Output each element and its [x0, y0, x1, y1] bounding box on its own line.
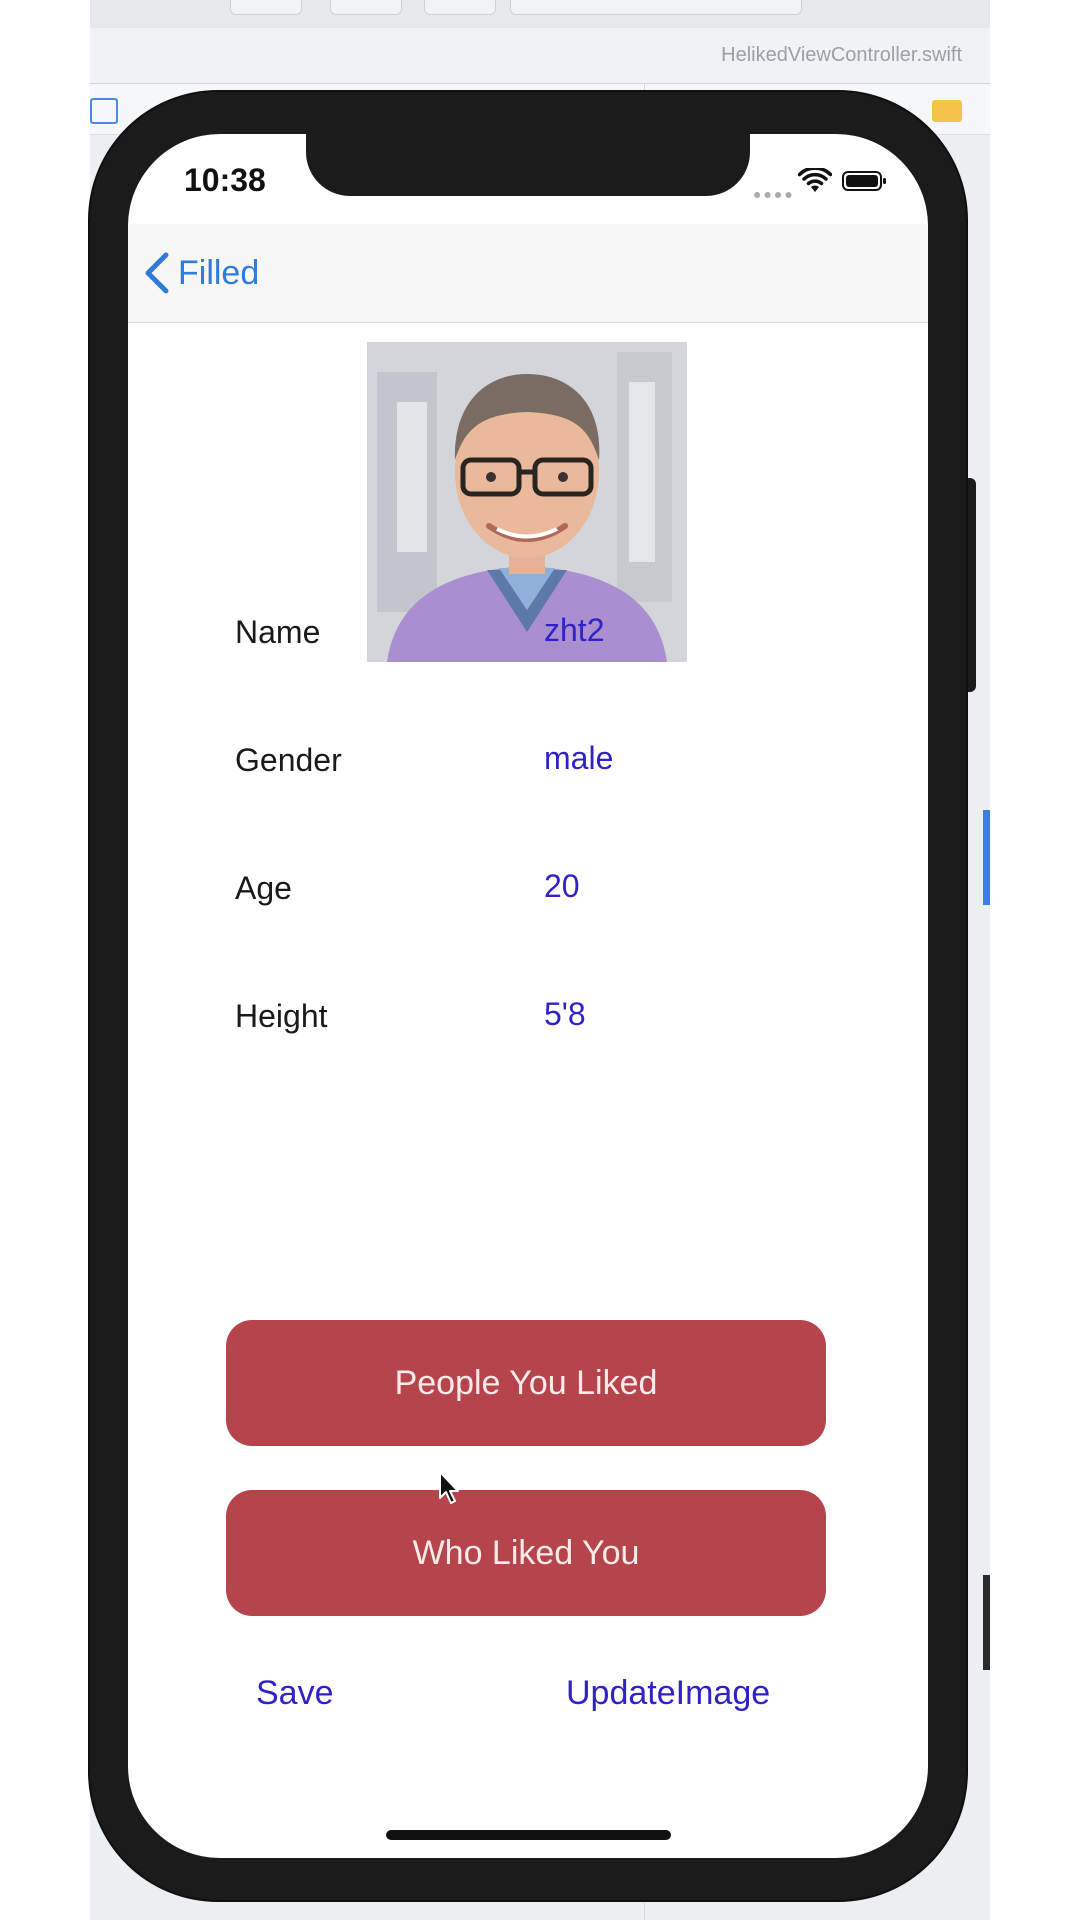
folder-icon[interactable]: [90, 98, 118, 124]
scrollbar-marker: [983, 1575, 990, 1670]
name-label: Name: [235, 614, 321, 650]
height-label: Height: [235, 998, 328, 1034]
phone-screen: 10:38 ●●●● Filled Name zht2 Gender male …: [128, 134, 928, 1858]
notch: [306, 134, 750, 196]
profile-photo-image: [367, 342, 687, 662]
update-image-button[interactable]: UpdateImage: [566, 1674, 770, 1713]
height-value: 5'8: [544, 996, 586, 1032]
who-liked-you-label: Who Liked You: [412, 1533, 640, 1572]
phone-side-button: [966, 478, 976, 692]
xcode-toolbar: [90, 0, 990, 29]
who-liked-you-button[interactable]: Who Liked You: [226, 1490, 826, 1616]
xcode-tab-bar: HelikedViewController.swift: [90, 28, 990, 84]
name-value: zht2: [544, 612, 605, 648]
back-button-label: Filled: [178, 253, 260, 292]
toolbar-button[interactable]: [424, 0, 496, 15]
people-you-liked-label: People You Liked: [394, 1363, 658, 1402]
mouse-cursor-icon: [439, 1471, 459, 1504]
gender-label: Gender: [235, 742, 342, 778]
toolbar-button[interactable]: [330, 0, 402, 15]
toolbar-button[interactable]: [230, 0, 302, 15]
scrollbar-marker: [983, 810, 990, 905]
phone-frame: 10:38 ●●●● Filled Name zht2 Gender male …: [90, 92, 966, 1900]
people-you-liked-button[interactable]: People You Liked: [226, 1320, 826, 1446]
wifi-icon: [798, 168, 832, 192]
toolbar-activity-view: [510, 0, 802, 15]
home-indicator[interactable]: [386, 1830, 671, 1840]
profile-photo[interactable]: [367, 342, 687, 662]
navigation-bar: Filled: [128, 224, 928, 323]
simulator-screen: HelikedViewController.swift 10:38 ●●●● F…: [0, 0, 1080, 1920]
gender-value: male: [544, 740, 614, 776]
age-label: Age: [235, 870, 292, 906]
folder-icon[interactable]: [932, 100, 962, 122]
chevron-left-icon: [145, 252, 169, 294]
save-button[interactable]: Save: [256, 1674, 334, 1713]
signal-icon: ●●●●: [753, 186, 795, 202]
age-value: 20: [544, 868, 580, 904]
editor-tab-title[interactable]: HelikedViewController.swift: [721, 44, 962, 67]
back-button[interactable]: Filled: [142, 224, 259, 322]
battery-icon: [842, 171, 886, 191]
status-time: 10:38: [184, 162, 266, 198]
